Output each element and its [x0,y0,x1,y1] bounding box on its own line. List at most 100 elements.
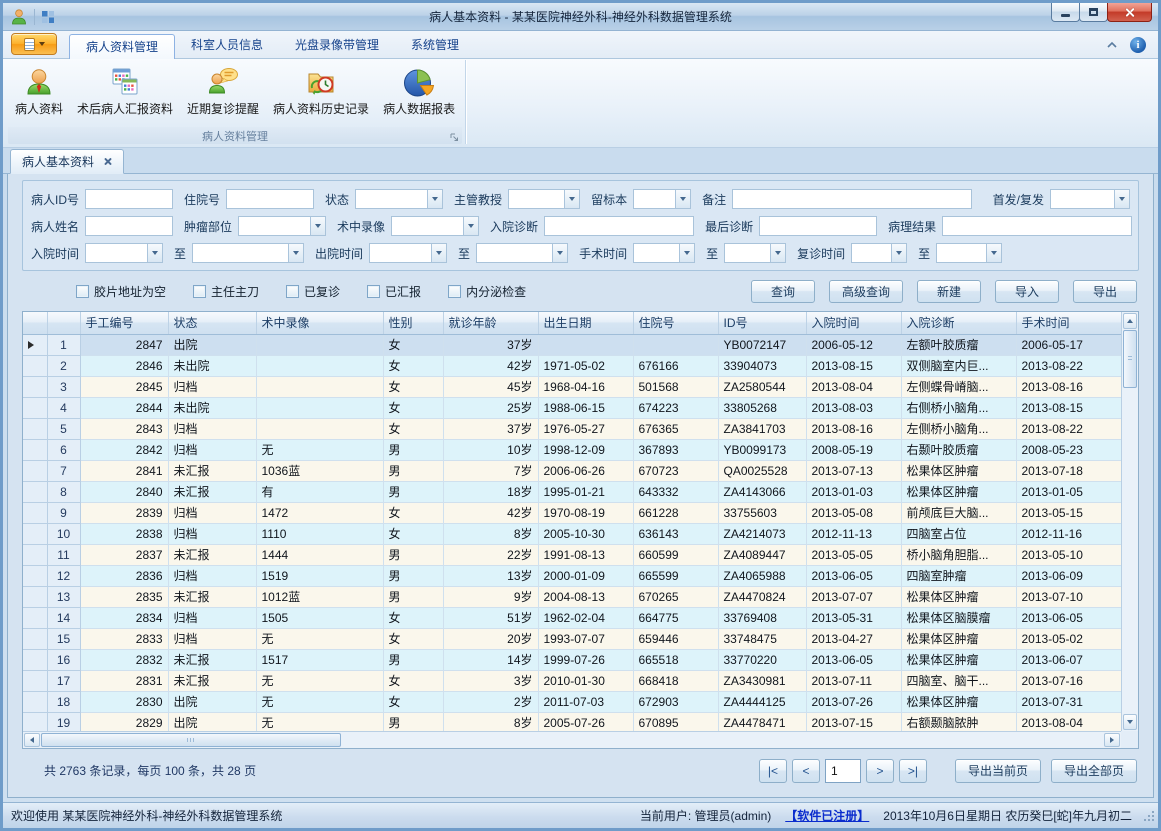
titlebar[interactable]: 病人基本资料 - 某某医院神经外科-神经外科数据管理系统 [3,3,1158,31]
row-number: 13 [47,586,80,607]
filter-input-入院诊断[interactable] [544,216,694,236]
app-menu-button[interactable] [11,33,57,55]
table-row[interactable]: 22846未出院女42岁1971-05-02676166339040732013… [23,355,1121,376]
minimize-button[interactable] [1051,3,1080,22]
horizontal-scroll-thumb[interactable] [41,733,341,747]
table-row[interactable]: 122836归档1519男13岁2000-01-09665599ZA406598… [23,565,1121,586]
tab-system-management[interactable]: 系统管理 [395,33,475,58]
checkbox-主任主刀[interactable]: 主任主刀 [193,283,259,300]
table-row[interactable]: 162832未汇报1517男14岁1999-07-266655183377022… [23,649,1121,670]
column-header-入院时间[interactable]: 入院时间 [806,312,901,334]
tab-department-staff-info[interactable]: 科室人员信息 [175,33,279,58]
filter-input-最后诊断[interactable] [759,216,877,236]
scroll-left-icon[interactable] [24,733,40,747]
vertical-scroll-thumb[interactable] [1123,330,1137,388]
prev-page-button[interactable]: < [792,759,820,783]
patient-history-button[interactable]: 病人资料历史记录 [266,62,376,119]
column-header-出生日期[interactable]: 出生日期 [538,312,633,334]
close-button[interactable] [1107,3,1152,22]
filter-dropdown-肿瘤部位[interactable] [238,216,326,236]
filter-dropdown-状态[interactable] [355,189,443,209]
info-icon[interactable]: i [1130,37,1146,53]
table-row[interactable]: 142834归档1505女51岁1962-02-0466477533769408… [23,607,1121,628]
filter-dropdown-至[interactable] [724,243,786,263]
quick-access-icon[interactable] [41,10,55,24]
tab-disc-video-management[interactable]: 光盘录像带管理 [279,33,395,58]
filter-dropdown-入院时间[interactable] [85,243,163,263]
filter-dropdown-至[interactable] [192,243,304,263]
filter-input-病理结果[interactable] [942,216,1132,236]
table-row[interactable]: 62842归档无男10岁1998-12-09367893YB0099173200… [23,439,1121,460]
patient-data-button[interactable]: 病人资料 [8,62,70,119]
checkbox-已汇报[interactable]: 已汇报 [367,283,421,300]
next-page-button[interactable]: > [866,759,894,783]
scroll-down-icon[interactable] [1123,714,1137,730]
table-row[interactable]: 172831未汇报无女3岁2010-01-30668418ZA343098120… [23,670,1121,691]
table-row[interactable]: 182830出院无女2岁2011-07-03672903ZA4444125201… [23,691,1121,712]
table-row[interactable]: 12847出院女37岁YB00721472006-05-12左额叶胶质瘤2006… [23,334,1121,355]
filter-dropdown-手术时间[interactable] [633,243,695,263]
postop-report-button[interactable]: 术后病人汇报资料 [70,62,180,119]
filter-dropdown-至[interactable] [476,243,568,263]
patient-report-button[interactable]: 病人数据报表 [376,62,462,119]
column-header-住院号[interactable]: 住院号 [633,312,718,334]
filter-dropdown-至[interactable] [936,243,1002,263]
table-row[interactable]: 32845归档女45岁1968-04-16501568ZA25805442013… [23,376,1121,397]
table-row[interactable]: 42844未出院女25岁1988-06-15674223338052682013… [23,397,1121,418]
column-header-状态[interactable]: 状态 [168,312,256,334]
first-page-button[interactable]: |< [759,759,787,783]
filter-input-备注[interactable] [732,189,972,209]
filter-dropdown-复诊时间[interactable] [851,243,907,263]
column-header-手工编号[interactable]: 手工编号 [80,312,168,334]
registered-link[interactable]: 【软件已注册】 [785,807,869,824]
filter-input-住院号[interactable] [226,189,314,209]
button-导出[interactable]: 导出 [1073,280,1137,303]
export-current-page-button[interactable]: 导出当前页 [955,759,1041,783]
filter-dropdown-出院时间[interactable] [369,243,447,263]
column-header-手术时间[interactable]: 手术时间 [1016,312,1121,334]
checkbox-内分泌检查[interactable]: 内分泌检查 [448,283,526,300]
filter-input-病人姓名[interactable] [85,216,173,236]
filter-input-病人ID号[interactable] [85,189,173,209]
column-header-性别[interactable]: 性别 [383,312,443,334]
table-row[interactable]: 72841未汇报1036蓝男7岁2006-06-26670723QA002552… [23,460,1121,481]
checkbox-胶片地址为空[interactable]: 胶片地址为空 [76,283,166,300]
table-row[interactable]: 192829出院无男8岁2005-07-26670895ZA4478471201… [23,712,1121,733]
table-row[interactable]: 52843归档女37岁1976-05-27676365ZA38417032013… [23,418,1121,439]
resize-grip-icon[interactable] [1143,810,1155,825]
scroll-up-icon[interactable] [1123,313,1137,329]
table-row[interactable]: 92839归档1472女42岁1970-08-19661228337556032… [23,502,1121,523]
checkbox-已复诊[interactable]: 已复诊 [286,283,340,300]
document-tab-patient-basic-info[interactable]: 病人基本资料 [10,149,124,174]
column-header-术中录像[interactable]: 术中录像 [256,312,383,334]
filter-dropdown-首发/复发[interactable] [1050,189,1130,209]
doc-tab-close-icon[interactable] [103,157,112,166]
page-number-input[interactable] [825,759,861,783]
cell-入院时间: 2013-06-05 [806,565,901,586]
filter-dropdown-留标本[interactable] [633,189,691,209]
column-header-ID号[interactable]: ID号 [718,312,806,334]
table-row[interactable]: 102838归档1110女8岁2005-10-30636143ZA4214073… [23,523,1121,544]
column-header-入院诊断[interactable]: 入院诊断 [901,312,1016,334]
horizontal-scrollbar[interactable] [23,731,1121,748]
filter-dropdown-主管教授[interactable] [508,189,580,209]
scroll-right-icon[interactable] [1104,733,1120,747]
column-header-就诊年龄[interactable]: 就诊年龄 [443,312,538,334]
export-all-pages-button[interactable]: 导出全部页 [1051,759,1137,783]
button-导入[interactable]: 导入 [995,280,1059,303]
table-row[interactable]: 152833归档无女20岁1993-07-0765944633748475201… [23,628,1121,649]
button-查询[interactable]: 查询 [751,280,815,303]
collapse-ribbon-icon[interactable] [1106,41,1118,49]
vertical-scrollbar[interactable] [1121,312,1138,731]
maximize-button[interactable] [1079,3,1108,22]
table-row[interactable]: 132835未汇报1012蓝男9岁2004-08-13670265ZA44708… [23,586,1121,607]
table-row[interactable]: 82840未汇报有男18岁1995-01-21643332ZA414306620… [23,481,1121,502]
filter-dropdown-术中录像[interactable] [391,216,479,236]
last-page-button[interactable]: >| [899,759,927,783]
revisit-reminder-button[interactable]: 近期复诊提醒 [180,62,266,119]
button-高级查询[interactable]: 高级查询 [829,280,903,303]
button-新建[interactable]: 新建 [917,280,981,303]
tab-patient-data-management[interactable]: 病人资料管理 [69,34,175,59]
dialog-launcher-icon[interactable] [450,133,459,142]
table-row[interactable]: 112837未汇报1444男22岁1991-08-13660599ZA40894… [23,544,1121,565]
